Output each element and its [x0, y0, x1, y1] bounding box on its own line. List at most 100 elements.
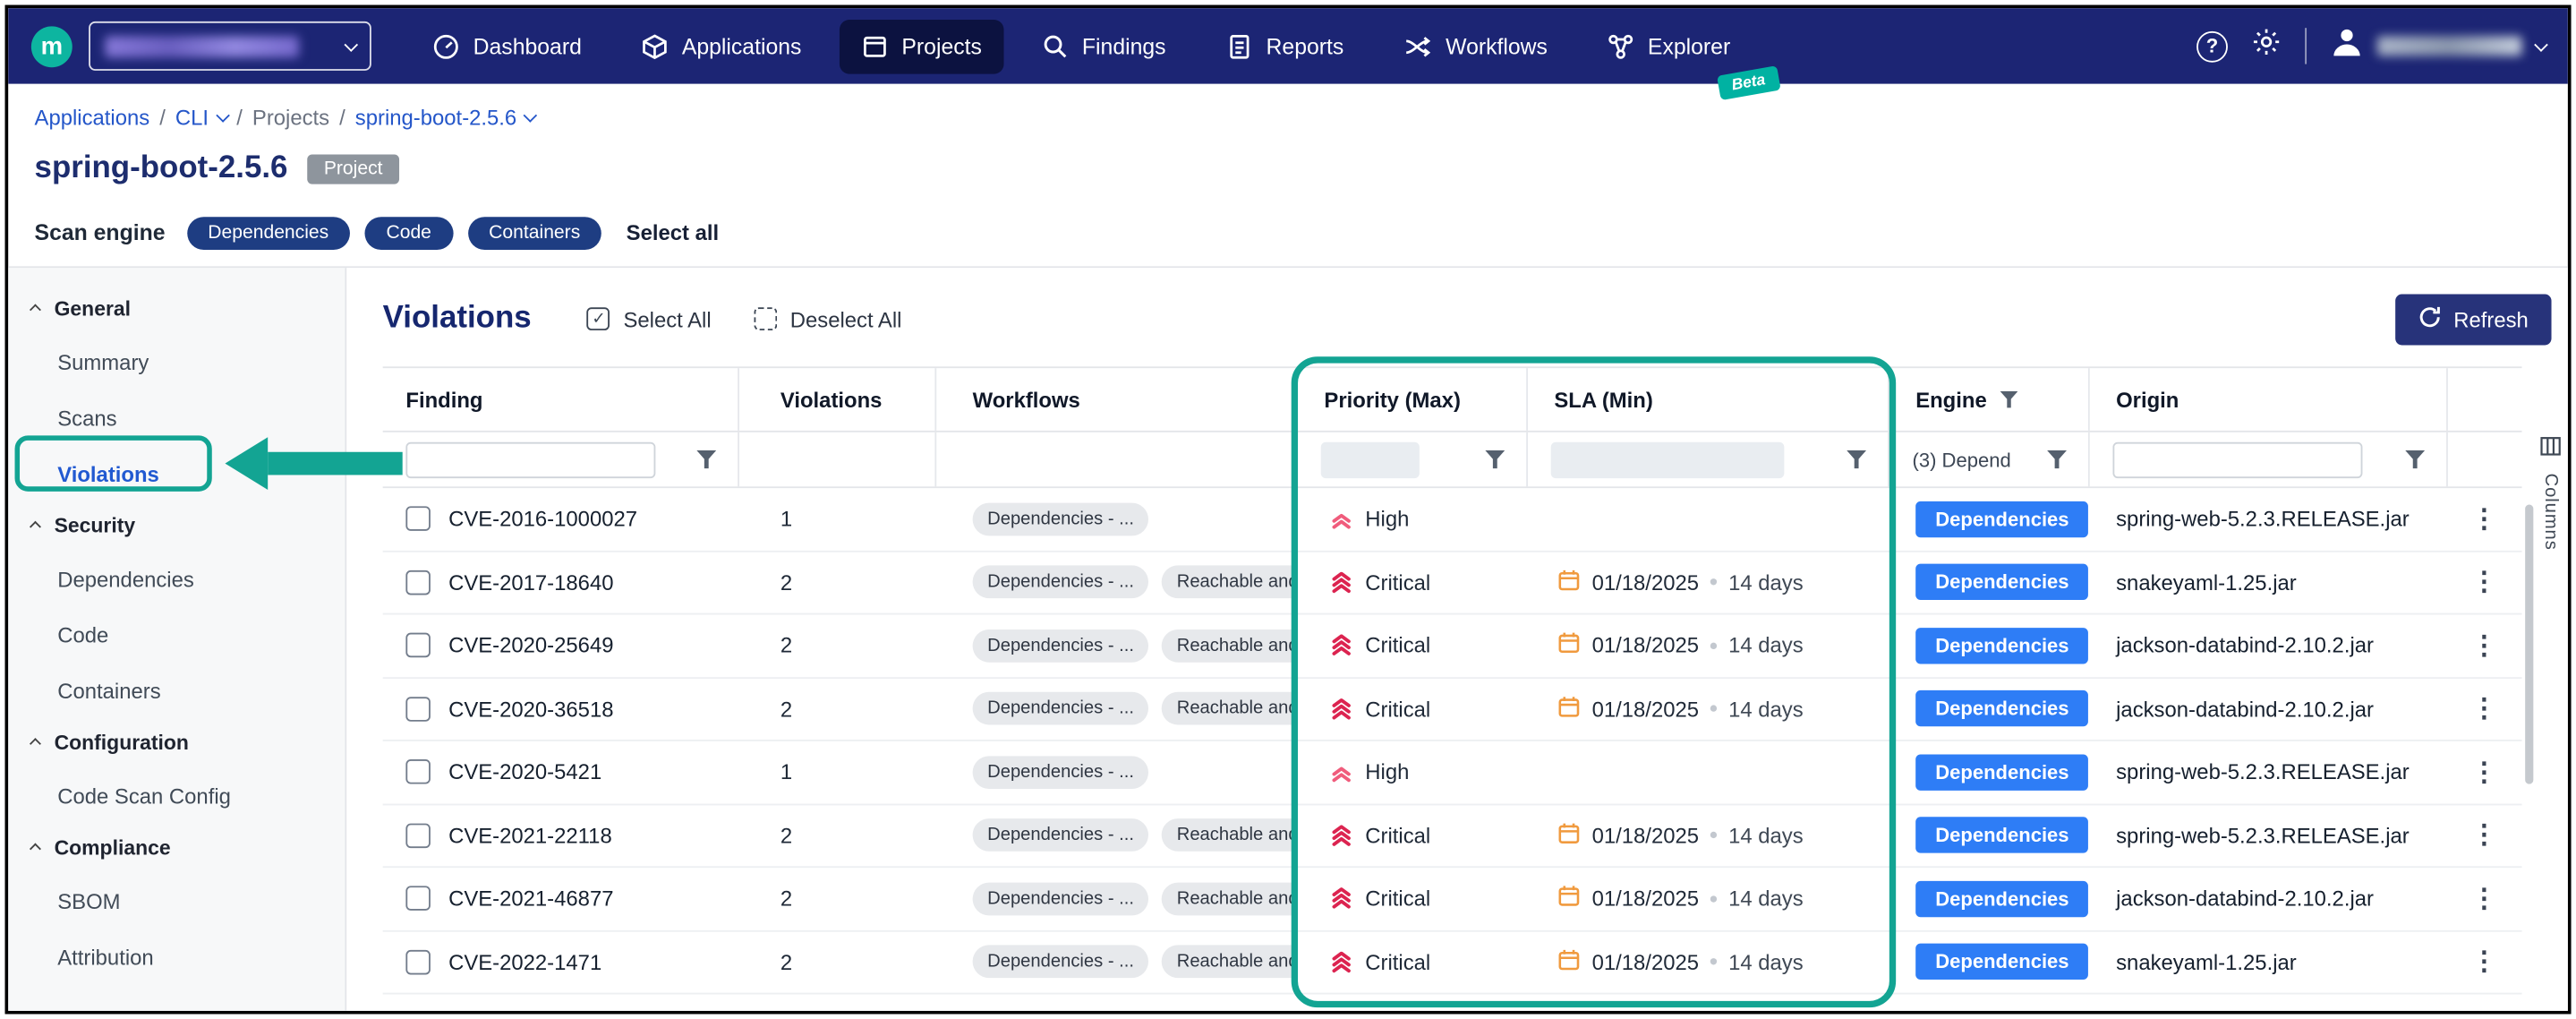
nav-item-explorer[interactable]: Explorer Beta: [1585, 19, 1752, 73]
applications-icon: [641, 32, 669, 60]
sla-days: 14 days: [1728, 823, 1804, 848]
filter-funnel-icon[interactable]: [2047, 450, 2067, 469]
finding-id[interactable]: CVE-2021-22118: [448, 823, 612, 848]
column-header-workflows[interactable]: Workflows: [936, 368, 1298, 431]
filter-funnel-icon[interactable]: [1847, 450, 1866, 469]
priority-label: Critical: [1365, 949, 1430, 974]
table-row[interactable]: CVE-2020-5421 1 Dependencies - ... High …: [383, 741, 2522, 805]
row-checkbox[interactable]: [405, 823, 431, 848]
sidebar-section-compliance[interactable]: Compliance: [8, 824, 345, 873]
finding-id[interactable]: CVE-2022-1471: [448, 949, 601, 974]
finding-filter-input[interactable]: [405, 441, 655, 477]
priority-filter-input[interactable]: [1321, 441, 1420, 477]
toolbar: Violations ✓Select All Deselect All Refr…: [383, 291, 2568, 347]
findings-icon: [1041, 32, 1069, 60]
refresh-button[interactable]: Refresh: [2396, 294, 2552, 345]
sidebar-item-code-scan-config[interactable]: Code Scan Config: [8, 767, 345, 823]
sla-cell: 01/18/2025 14 days: [1528, 678, 1889, 740]
column-header-origin[interactable]: Origin: [2090, 368, 2448, 431]
violations-count: 2: [739, 552, 936, 613]
engine-filter-code[interactable]: Code: [365, 216, 453, 249]
nav-item-dashboard[interactable]: Dashboard: [411, 19, 603, 73]
sidebar-section-security[interactable]: Security: [8, 501, 345, 551]
column-header-finding[interactable]: Finding: [383, 368, 739, 431]
table-row[interactable]: CVE-2020-36518 2 Dependencies - ...Reach…: [383, 678, 2522, 741]
row-menu-kebab[interactable]: ⋮: [2448, 678, 2522, 740]
table-row[interactable]: CVE-2021-22118 2 Dependencies - ...Reach…: [383, 804, 2522, 868]
deselect-all-button[interactable]: Deselect All: [754, 306, 901, 331]
breadcrumb-applications[interactable]: Applications: [35, 105, 150, 130]
priority-cell: Critical: [1298, 931, 1528, 993]
filter-funnel-icon[interactable]: [2405, 450, 2425, 469]
help-icon[interactable]: ?: [2196, 30, 2228, 62]
table-row[interactable]: CVE-2020-25649 2 Dependencies - ...Reach…: [383, 614, 2522, 678]
breadcrumb-cli[interactable]: CLI: [175, 105, 226, 130]
row-checkbox[interactable]: [405, 507, 431, 532]
engine-filter-containers[interactable]: Containers: [467, 216, 601, 249]
org-selector[interactable]: [89, 21, 371, 71]
row-menu-kebab[interactable]: ⋮: [2448, 741, 2522, 803]
sidebar-item-code[interactable]: Code: [8, 606, 345, 662]
sla-filter-input[interactable]: [1551, 441, 1785, 477]
row-checkbox[interactable]: [405, 569, 431, 595]
user-menu[interactable]: [2330, 25, 2545, 68]
table-row[interactable]: CVE-2021-46877 2 Dependencies - ...Reach…: [383, 868, 2522, 931]
finding-id[interactable]: CVE-2020-5421: [448, 759, 601, 784]
finding-id[interactable]: CVE-2016-1000027: [448, 507, 637, 532]
filter-funnel-icon[interactable]: [1485, 450, 1505, 469]
table-row[interactable]: CVE-2022-1471 2 Dependencies - ...Reacha…: [383, 931, 2522, 995]
origin-filter-input[interactable]: [2112, 441, 2362, 477]
row-checkbox[interactable]: [405, 886, 431, 912]
sidebar-item-scans[interactable]: Scans: [8, 390, 345, 445]
mend-logo[interactable]: m: [31, 25, 73, 66]
row-menu-kebab[interactable]: ⋮: [2448, 488, 2522, 550]
sla-cell: [1528, 488, 1889, 550]
finding-id[interactable]: CVE-2020-36518: [448, 697, 613, 722]
sidebar-item-attribution[interactable]: Attribution: [8, 929, 345, 984]
column-header-violations[interactable]: Violations: [739, 368, 936, 431]
sidebar-item-sbom[interactable]: SBOM: [8, 873, 345, 929]
sidebar-item-containers[interactable]: Containers: [8, 663, 345, 718]
row-menu-kebab[interactable]: ⋮: [2448, 931, 2522, 993]
vertical-scrollbar[interactable]: [2525, 504, 2533, 784]
finding-id[interactable]: CVE-2017-18640: [448, 569, 613, 595]
nav-right: ?: [2196, 25, 2545, 68]
chevron-down-icon: [216, 108, 230, 123]
filter-funnel-icon[interactable]: [696, 450, 716, 469]
column-header-engine[interactable]: Engine: [1889, 368, 2090, 431]
filter-funnel-icon: [2000, 390, 2017, 408]
nav-item-reports[interactable]: Reports: [1204, 19, 1365, 73]
row-menu-kebab[interactable]: ⋮: [2448, 614, 2522, 676]
row-menu-kebab[interactable]: ⋮: [2448, 868, 2522, 929]
breadcrumb-project-name[interactable]: spring-boot-2.5.6: [355, 105, 535, 130]
nav-item-workflows[interactable]: Workflows: [1382, 19, 1569, 73]
nav-item-applications[interactable]: Applications: [619, 19, 823, 73]
row-checkbox[interactable]: [405, 759, 431, 784]
row-menu-kebab[interactable]: ⋮: [2448, 804, 2522, 866]
sidebar-section-configuration[interactable]: Configuration: [8, 718, 345, 767]
sidebar-item-summary[interactable]: Summary: [8, 334, 345, 390]
checkbox-check-icon: ✓: [587, 307, 610, 330]
nav-item-findings[interactable]: Findings: [1019, 19, 1187, 73]
finding-id[interactable]: CVE-2020-25649: [448, 633, 613, 658]
table-row[interactable]: CVE-2016-1000027 1 Dependencies - ... Hi…: [383, 488, 2522, 552]
finding-id[interactable]: CVE-2021-46877: [448, 886, 613, 912]
column-header-priority[interactable]: Priority (Max): [1298, 368, 1528, 431]
sidebar-item-dependencies[interactable]: Dependencies: [8, 551, 345, 606]
row-checkbox[interactable]: [405, 949, 431, 974]
sidebar-item-violations[interactable]: Violations: [8, 445, 345, 501]
engine-filter-value[interactable]: (3) Depend: [1913, 448, 2011, 471]
gear-icon[interactable]: [2251, 26, 2282, 65]
select-all-button[interactable]: ✓Select All: [587, 306, 712, 331]
columns-toggle[interactable]: Columns: [2540, 435, 2562, 550]
row-menu-kebab[interactable]: ⋮: [2448, 552, 2522, 613]
select-all-engines[interactable]: Select all: [627, 220, 719, 245]
origin-text: snakeyaml-1.25.jar: [2090, 552, 2448, 613]
sidebar-section-general[interactable]: General: [8, 285, 345, 334]
engine-filter-dependencies[interactable]: Dependencies: [186, 216, 350, 249]
column-header-sla[interactable]: SLA (Min): [1528, 368, 1889, 431]
table-row[interactable]: CVE-2017-18640 2 Dependencies - ...Reach…: [383, 552, 2522, 615]
row-checkbox[interactable]: [405, 697, 431, 722]
row-checkbox[interactable]: [405, 633, 431, 658]
nav-item-projects[interactable]: Projects: [840, 19, 1003, 73]
